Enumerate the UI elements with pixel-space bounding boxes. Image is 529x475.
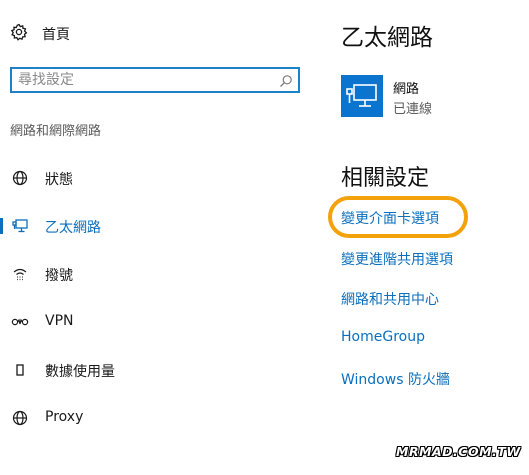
sidebar-item-label: 狀態 [45, 172, 73, 188]
sidebar-item-label: 撥號 [45, 268, 73, 284]
sidebar-item-label: 乙太網路 [45, 220, 101, 236]
network-sharing-center-link[interactable]: 網路和共用中心 [341, 289, 439, 309]
watermark: MRMAD.COM.TW [396, 444, 521, 459]
ethernet-icon [344, 81, 380, 115]
data-usage-icon [11, 362, 29, 378]
home-nav-item[interactable]: 首頁 [10, 20, 70, 48]
sidebar-item-proxy[interactable]: Proxy [0, 403, 300, 433]
globe-icon [11, 410, 29, 426]
page-title: 乙太網路 [341, 25, 433, 51]
sidebar-item-label: VPN [45, 313, 74, 329]
windows-firewall-link[interactable]: Windows 防火牆 [341, 369, 450, 389]
change-advanced-sharing-link[interactable]: 變更進階共用選項 [341, 249, 453, 269]
search-icon[interactable] [279, 73, 293, 92]
related-settings-title: 相關設定 [341, 166, 430, 191]
globe-icon [11, 170, 29, 186]
ethernet-icon [11, 218, 29, 234]
device-name: 網路 [393, 82, 420, 97]
device-status: 已連線 [393, 102, 433, 117]
sidebar-item-vpn[interactable]: VPN [0, 307, 300, 337]
search-box[interactable] [10, 67, 300, 93]
sidebar-item-status[interactable]: 狀態 [0, 163, 300, 193]
device-tile [341, 75, 383, 117]
change-adapter-options-link[interactable]: 變更介面卡選項 [341, 208, 439, 228]
homegroup-link[interactable]: HomeGroup [341, 329, 425, 345]
sidebar-item-ethernet[interactable]: 乙太網路 [0, 211, 300, 241]
sidebar-item-label: Proxy [45, 409, 84, 425]
sidebar: 首頁 網路和網際網路 狀態 乙太網路 [0, 0, 318, 475]
sidebar-item-label: 數據使用量 [45, 364, 115, 380]
active-indicator [0, 218, 3, 234]
search-input[interactable] [12, 69, 280, 91]
ethernet-device[interactable]: 網路 已連線 [341, 75, 521, 119]
gear-icon [10, 23, 28, 45]
vpn-icon [11, 314, 29, 330]
dialup-icon [11, 266, 29, 282]
sidebar-item-dialup[interactable]: 撥號 [0, 259, 300, 289]
sidebar-item-data-usage[interactable]: 數據使用量 [0, 355, 300, 385]
section-title: 網路和網際網路 [10, 124, 102, 139]
home-label: 首頁 [42, 27, 70, 43]
